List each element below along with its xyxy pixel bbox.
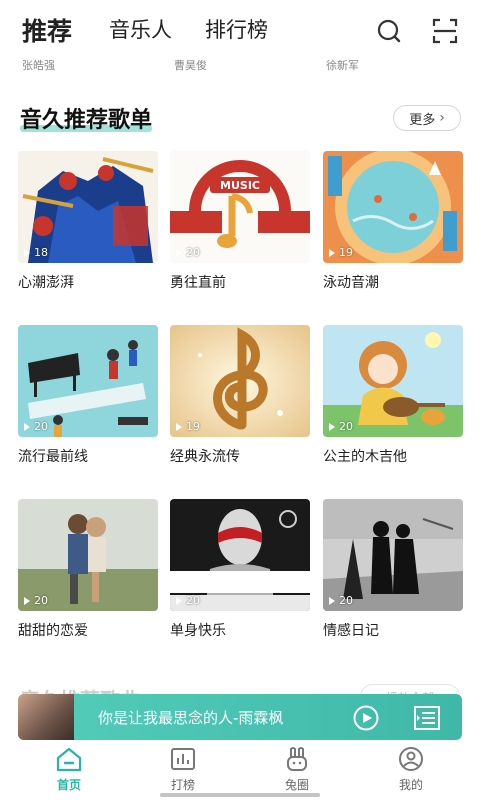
home-indicator <box>160 793 320 797</box>
play-icon <box>176 596 182 605</box>
playlist-cover: 19 <box>170 325 310 437</box>
now-playing-cover <box>18 694 74 740</box>
playlist-cover: 20 <box>18 325 158 437</box>
more-button[interactable]: 更多 › <box>393 105 461 131</box>
playlist-title: 勇往直前 <box>170 275 226 291</box>
play-icon <box>329 422 335 431</box>
playlist-title: 公主的木吉他 <box>323 449 407 465</box>
playlist-title: 泳动音潮 <box>323 275 379 291</box>
play-icon <box>176 248 182 257</box>
play-icon <box>24 596 30 605</box>
play-count: 19 <box>329 246 353 259</box>
playlist-title: 流行最前线 <box>18 449 88 465</box>
now-playing-title: 你是让我最思念的人-雨霖枫 <box>98 709 284 727</box>
playlist-card[interactable]: 19 泳动音潮 <box>323 151 463 292</box>
playlist-card[interactable]: 20 流行最前线 <box>18 325 158 466</box>
playlist-card[interactable]: 20 公主的木吉他 <box>323 325 463 466</box>
playlist-cover: 20 <box>323 499 463 611</box>
singer-name[interactable]: 徐新军 <box>326 57 359 73</box>
nav-rabbit-label: 兔圈 <box>284 778 309 792</box>
tab-musicians[interactable]: 音乐人 <box>109 14 172 44</box>
playlist-cover: 18 <box>18 151 158 263</box>
scan-icon[interactable] <box>431 17 459 45</box>
svg-text:MUSIC: MUSIC <box>220 179 260 192</box>
playlist-cover: 20 <box>18 499 158 611</box>
chevron-right-icon: › <box>439 110 445 126</box>
chart-icon <box>171 748 195 770</box>
profile-icon <box>399 747 423 771</box>
playlist-title: 情感日记 <box>323 623 379 639</box>
play-count: 20 <box>176 594 200 607</box>
home-icon <box>56 747 82 772</box>
mini-player[interactable]: 你是让我最思念的人-雨霖枫 <box>18 694 462 740</box>
play-count: 18 <box>24 246 48 259</box>
nav-charts[interactable]: 打榜 <box>153 746 213 793</box>
play-icon <box>24 422 30 431</box>
nav-profile-label: 我的 <box>398 778 423 792</box>
playlist-card[interactable]: 20 情感日记 <box>323 499 463 640</box>
playlist-cover: 19 <box>323 151 463 263</box>
playlist-card[interactable]: 19 经典永流传 <box>170 325 310 466</box>
search-icon[interactable] <box>375 17 403 45</box>
nav-charts-label: 打榜 <box>170 778 195 792</box>
play-icon <box>24 248 30 257</box>
play-count: 20 <box>24 594 48 607</box>
play-count: 20 <box>329 594 353 607</box>
playlist-card[interactable]: 20 单身快乐 <box>170 499 310 640</box>
playlist-card[interactable]: 20 甜甜的恋爱 <box>18 499 158 640</box>
playlist-title: 心潮澎湃 <box>18 275 74 291</box>
playlist-card[interactable]: 18 心潮澎湃 <box>18 151 158 292</box>
nav-home-label: 首页 <box>56 778 81 792</box>
singer-name[interactable]: 张皓强 <box>22 57 55 73</box>
bottom-nav: 首页 打榜 兔圈 我的 <box>0 742 480 800</box>
playlist-cover: MUSIC 20 <box>170 151 310 263</box>
play-count: 20 <box>24 420 48 433</box>
playlist-card[interactable]: MUSIC 20 勇往直前 <box>170 151 310 292</box>
more-label: 更多 <box>409 112 436 128</box>
play-count: 19 <box>176 420 200 433</box>
tab-recommend[interactable]: 推荐 <box>19 12 75 48</box>
playlist-cover: 20 <box>323 325 463 437</box>
play-icon <box>329 596 335 605</box>
nav-profile[interactable]: 我的 <box>381 746 441 793</box>
play-icon <box>176 422 182 431</box>
playlist-title: 甜甜的恋爱 <box>18 623 88 639</box>
section-title: 音久推荐歌单 <box>20 102 153 134</box>
playlist-cover: 20 <box>170 499 310 611</box>
nav-home[interactable]: 首页 <box>39 746 99 793</box>
play-count: 20 <box>329 420 353 433</box>
playlist-title: 单身快乐 <box>170 623 226 639</box>
playlist-icon[interactable] <box>414 706 440 730</box>
singer-name[interactable]: 曹昊俊 <box>174 57 207 73</box>
rabbit-icon <box>287 747 307 771</box>
playlist-title: 经典永流传 <box>170 449 240 465</box>
nav-rabbit-circle[interactable]: 兔圈 <box>267 746 327 793</box>
play-count: 20 <box>176 246 200 259</box>
play-icon <box>329 248 335 257</box>
tab-charts[interactable]: 排行榜 <box>205 14 268 44</box>
play-button-icon[interactable] <box>353 705 379 731</box>
top-tab-bar: 推荐 音乐人 排行榜 <box>0 0 480 56</box>
